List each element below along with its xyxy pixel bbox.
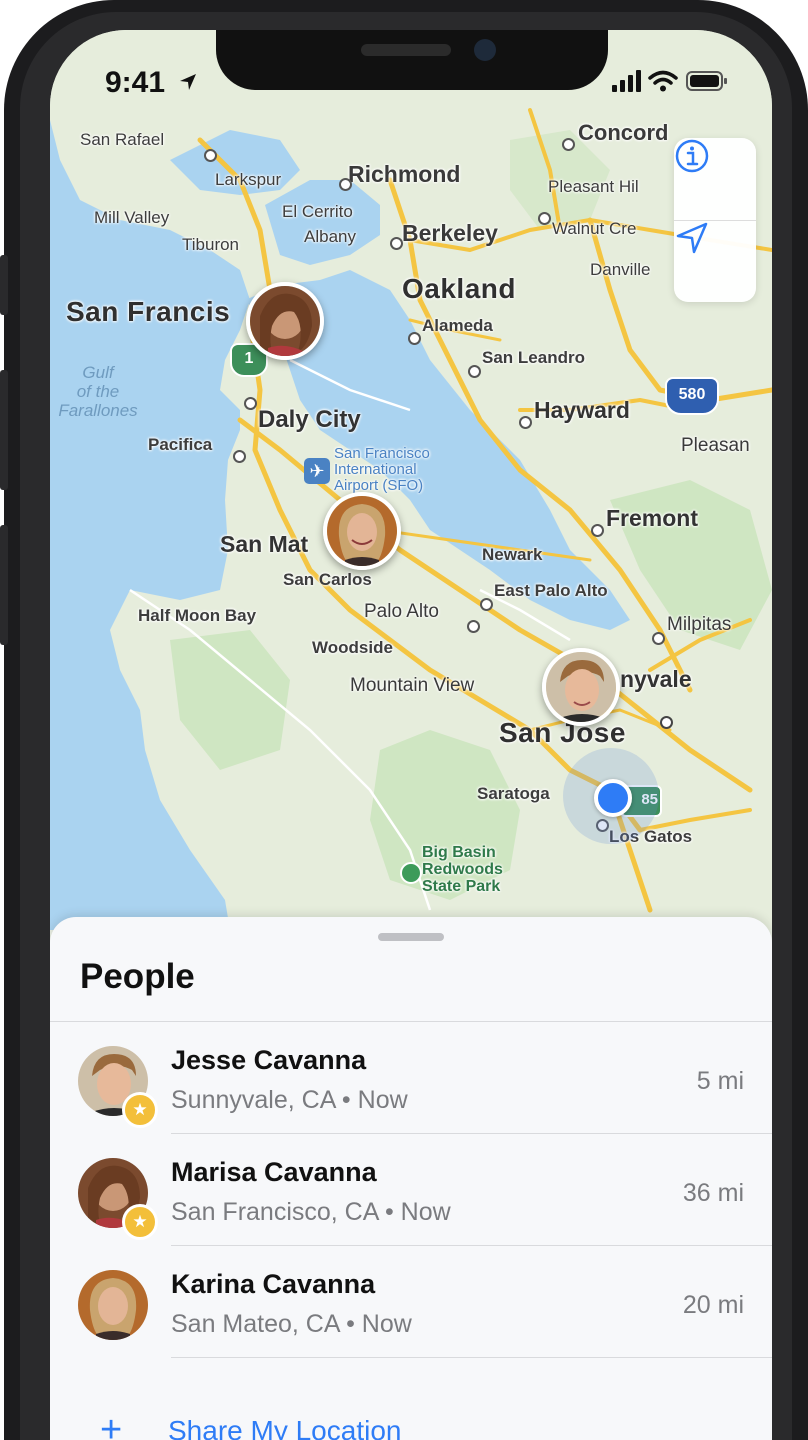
interstate-580-shield: 580 — [665, 377, 719, 415]
person-row-karina[interactable]: Karina Cavanna San Mateo, CA • Now 20 mi — [50, 1246, 772, 1356]
map-view[interactable]: San Rafael Concord Larkspur Richmond Ple… — [50, 30, 772, 930]
map-label-sunnyvale: nyvale — [620, 666, 692, 692]
map-label-albany: Albany — [304, 227, 356, 246]
map-label-san-francisco: San Francis — [66, 296, 231, 327]
volume-down-button — [0, 525, 8, 645]
person-distance: 36 mi — [682, 1179, 744, 1207]
map-label-oakland: Oakland — [402, 273, 516, 304]
notch — [216, 30, 608, 90]
map-label-pleasanton: Pleasan — [681, 435, 750, 456]
map-label-san-leandro: San Leandro — [482, 348, 585, 367]
karina-avatar — [327, 496, 397, 566]
track-location-button[interactable] — [674, 220, 756, 302]
map-label-big-basin: Big Basin Redwoods State Park — [422, 844, 503, 895]
jesse-avatar — [546, 652, 616, 722]
map-label-saratoga: Saratoga — [477, 784, 550, 803]
map-label-mill-valley: Mill Valley — [94, 208, 170, 227]
person-row-marisa[interactable]: ★ Marisa Cavanna San Francisco, CA • Now… — [50, 1134, 772, 1244]
people-sheet: People ★ Jesse Cavanna Sunnyvale, CA • N… — [50, 917, 772, 1440]
plus-icon: + — [100, 1409, 123, 1440]
map-label-woodside: Woodside — [312, 638, 393, 657]
map-label-san-rafael: San Rafael — [80, 130, 165, 149]
map-label-walnut-creek: Walnut Cre — [552, 219, 637, 238]
location-services-icon — [180, 74, 196, 90]
map-label-hayward: Hayward — [534, 397, 630, 423]
person-distance: 5 mi — [696, 1067, 744, 1095]
map-label-half-moon-bay: Half Moon Bay — [138, 606, 257, 625]
map-label-san-carlos: San Carlos — [283, 570, 372, 589]
screen: San Rafael Concord Larkspur Richmond Ple… — [50, 30, 772, 1440]
avatar — [78, 1270, 148, 1340]
map-label-danville: Danville — [590, 260, 651, 279]
map-label-richmond: Richmond — [348, 161, 461, 187]
person-name: Jesse Cavanna — [171, 1045, 367, 1075]
map-label-milpitas: Milpitas — [667, 614, 732, 635]
map-label-gulf: Gulf of the Farallones — [58, 363, 138, 420]
map-label-berkeley: Berkeley — [402, 220, 498, 246]
mute-switch — [0, 255, 8, 315]
person-name: Marisa Cavanna — [171, 1157, 377, 1187]
map-label-concord: Concord — [578, 120, 669, 145]
person-pin-marisa[interactable] — [246, 282, 324, 360]
person-location: Sunnyvale, CA • Now — [171, 1086, 408, 1114]
map-label-fremont: Fremont — [606, 505, 698, 531]
people-title: People — [80, 957, 195, 996]
map-label-newark: Newark — [482, 545, 543, 564]
map-label-palo-alto: Palo Alto — [364, 601, 439, 622]
status-bar: 9:41 — [50, 30, 772, 120]
info-button[interactable] — [674, 138, 756, 221]
share-my-location-label: Share My Location — [168, 1415, 402, 1440]
battery-icon — [686, 71, 727, 91]
map-label-pacifica: Pacifica — [148, 435, 213, 454]
map-label-tiburon: Tiburon — [182, 235, 240, 254]
volume-up-button — [0, 370, 8, 490]
phone-page: San Rafael Concord Larkspur Richmond Ple… — [0, 0, 808, 1440]
favorite-star-icon: ★ — [122, 1204, 158, 1240]
map-label-larkspur: Larkspur — [215, 170, 282, 189]
park-icon — [400, 862, 422, 884]
person-pin-jesse[interactable] — [542, 648, 620, 726]
map-label-san-mateo: San Mat — [220, 531, 309, 557]
status-time: 9:41 — [105, 66, 166, 99]
location-arrow-icon — [676, 222, 708, 254]
favorite-star-icon: ★ — [122, 1092, 158, 1128]
share-my-location-button[interactable]: + Share My Location — [100, 1409, 600, 1440]
my-location-dot — [594, 779, 632, 817]
person-name: Karina Cavanna — [171, 1269, 376, 1299]
info-icon — [675, 139, 709, 173]
map-label-daly-city: Daly City — [258, 406, 361, 433]
marisa-avatar — [250, 286, 320, 356]
cellular-signal-icon — [612, 70, 641, 92]
person-pin-karina[interactable] — [323, 492, 401, 570]
sheet-grabber[interactable] — [378, 933, 444, 941]
person-row-jesse[interactable]: ★ Jesse Cavanna Sunnyvale, CA • Now 5 mi — [50, 1022, 772, 1132]
map-label-alameda: Alameda — [422, 316, 493, 335]
map-controls — [674, 138, 756, 302]
map-label-east-palo-alto: East Palo Alto — [494, 581, 608, 600]
map-label-sfo: San Francisco International Airport (SFO… — [334, 445, 430, 494]
person-location: San Francisco, CA • Now — [171, 1198, 451, 1226]
map-label-mountain-view: Mountain View — [350, 675, 475, 696]
person-location: San Mateo, CA • Now — [171, 1310, 412, 1338]
wifi-icon — [648, 70, 678, 92]
map-label-el-cerrito: El Cerrito — [282, 202, 353, 221]
person-distance: 20 mi — [682, 1291, 744, 1319]
map-label-pleasant-hill: Pleasant Hil — [548, 177, 639, 196]
airport-icon: ✈ — [304, 458, 330, 484]
